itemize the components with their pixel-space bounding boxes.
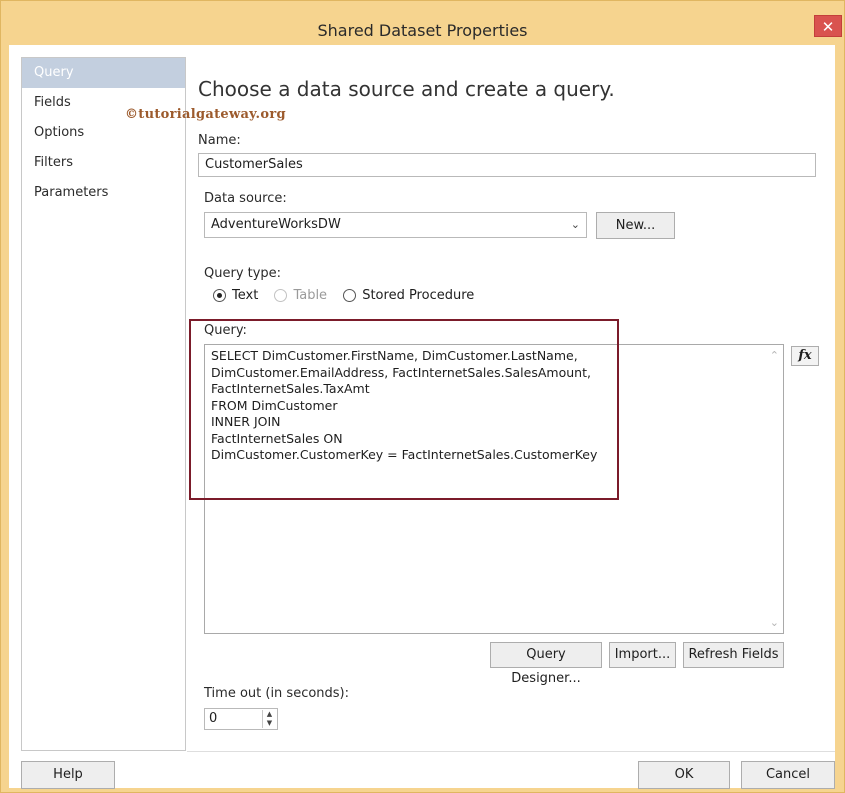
- refresh-fields-button[interactable]: Refresh Fields: [683, 642, 784, 668]
- watermark: ©tutorialgateway.org: [125, 107, 286, 122]
- timeout-value: 0: [209, 711, 218, 726]
- radio-unchecked-icon: [274, 289, 288, 302]
- close-icon: ✕: [821, 18, 835, 36]
- timeout-label: Time out (in seconds):: [204, 686, 350, 701]
- data-source-value: AdventureWorksDW: [211, 217, 341, 232]
- page-heading: Choose a data source and create a query.: [198, 77, 615, 101]
- radio-unchecked-icon: [343, 289, 357, 302]
- fx-icon: fx: [798, 348, 812, 363]
- sidebar-item-filters[interactable]: Filters: [22, 148, 185, 178]
- data-source-label: Data source:: [204, 191, 287, 206]
- name-label: Name:: [198, 133, 241, 148]
- radio-checked-icon: [213, 289, 226, 302]
- spin-arrows-icon[interactable]: ▲ ▼: [262, 710, 276, 728]
- title-bar[interactable]: Shared Dataset Properties ✕: [1, 1, 844, 45]
- radio-stored-procedure[interactable]: Stored Procedure: [343, 288, 474, 303]
- query-page: Choose a data source and create a query.…: [125, 45, 835, 751]
- scroll-up-icon[interactable]: ⌃: [770, 349, 779, 362]
- dialog-client-area: Query Fields Options Filters Parameters …: [9, 45, 835, 789]
- sidebar-item-parameters[interactable]: Parameters: [22, 178, 185, 208]
- radio-table-label: Table: [293, 288, 328, 303]
- sidebar-item-query[interactable]: Query: [22, 58, 185, 88]
- expression-button[interactable]: fx: [791, 346, 819, 366]
- help-button[interactable]: Help: [21, 761, 115, 789]
- data-source-select[interactable]: AdventureWorksDW ⌄: [204, 212, 587, 238]
- query-type-label: Query type:: [204, 266, 282, 281]
- window-title: Shared Dataset Properties: [317, 21, 528, 40]
- radio-table: Table: [274, 288, 327, 303]
- query-designer-button[interactable]: Query Designer...: [490, 642, 602, 686]
- radio-stored-procedure-label: Stored Procedure: [362, 288, 475, 303]
- chevron-down-icon: ⌄: [570, 218, 580, 231]
- footer-divider: [187, 751, 835, 752]
- sidebar-item-options[interactable]: Options: [22, 118, 185, 148]
- new-datasource-button[interactable]: New...: [596, 212, 675, 239]
- close-button[interactable]: ✕: [814, 15, 842, 37]
- ok-button[interactable]: OK: [638, 761, 730, 789]
- query-type-radio-group: Text Table Stored Procedure: [213, 288, 486, 306]
- annotation-highlight-box: [189, 319, 619, 500]
- name-input[interactable]: CustomerSales: [198, 153, 816, 177]
- radio-text[interactable]: Text: [213, 288, 258, 303]
- dialog-window: Shared Dataset Properties ✕ Query Fields…: [0, 0, 845, 793]
- sidebar: Query Fields Options Filters Parameters: [21, 57, 186, 751]
- scroll-down-icon[interactable]: ⌄: [770, 616, 779, 629]
- import-button[interactable]: Import...: [609, 642, 676, 668]
- timeout-spinner[interactable]: 0 ▲ ▼: [204, 708, 278, 730]
- cancel-button[interactable]: Cancel: [741, 761, 835, 789]
- radio-text-label: Text: [232, 288, 259, 303]
